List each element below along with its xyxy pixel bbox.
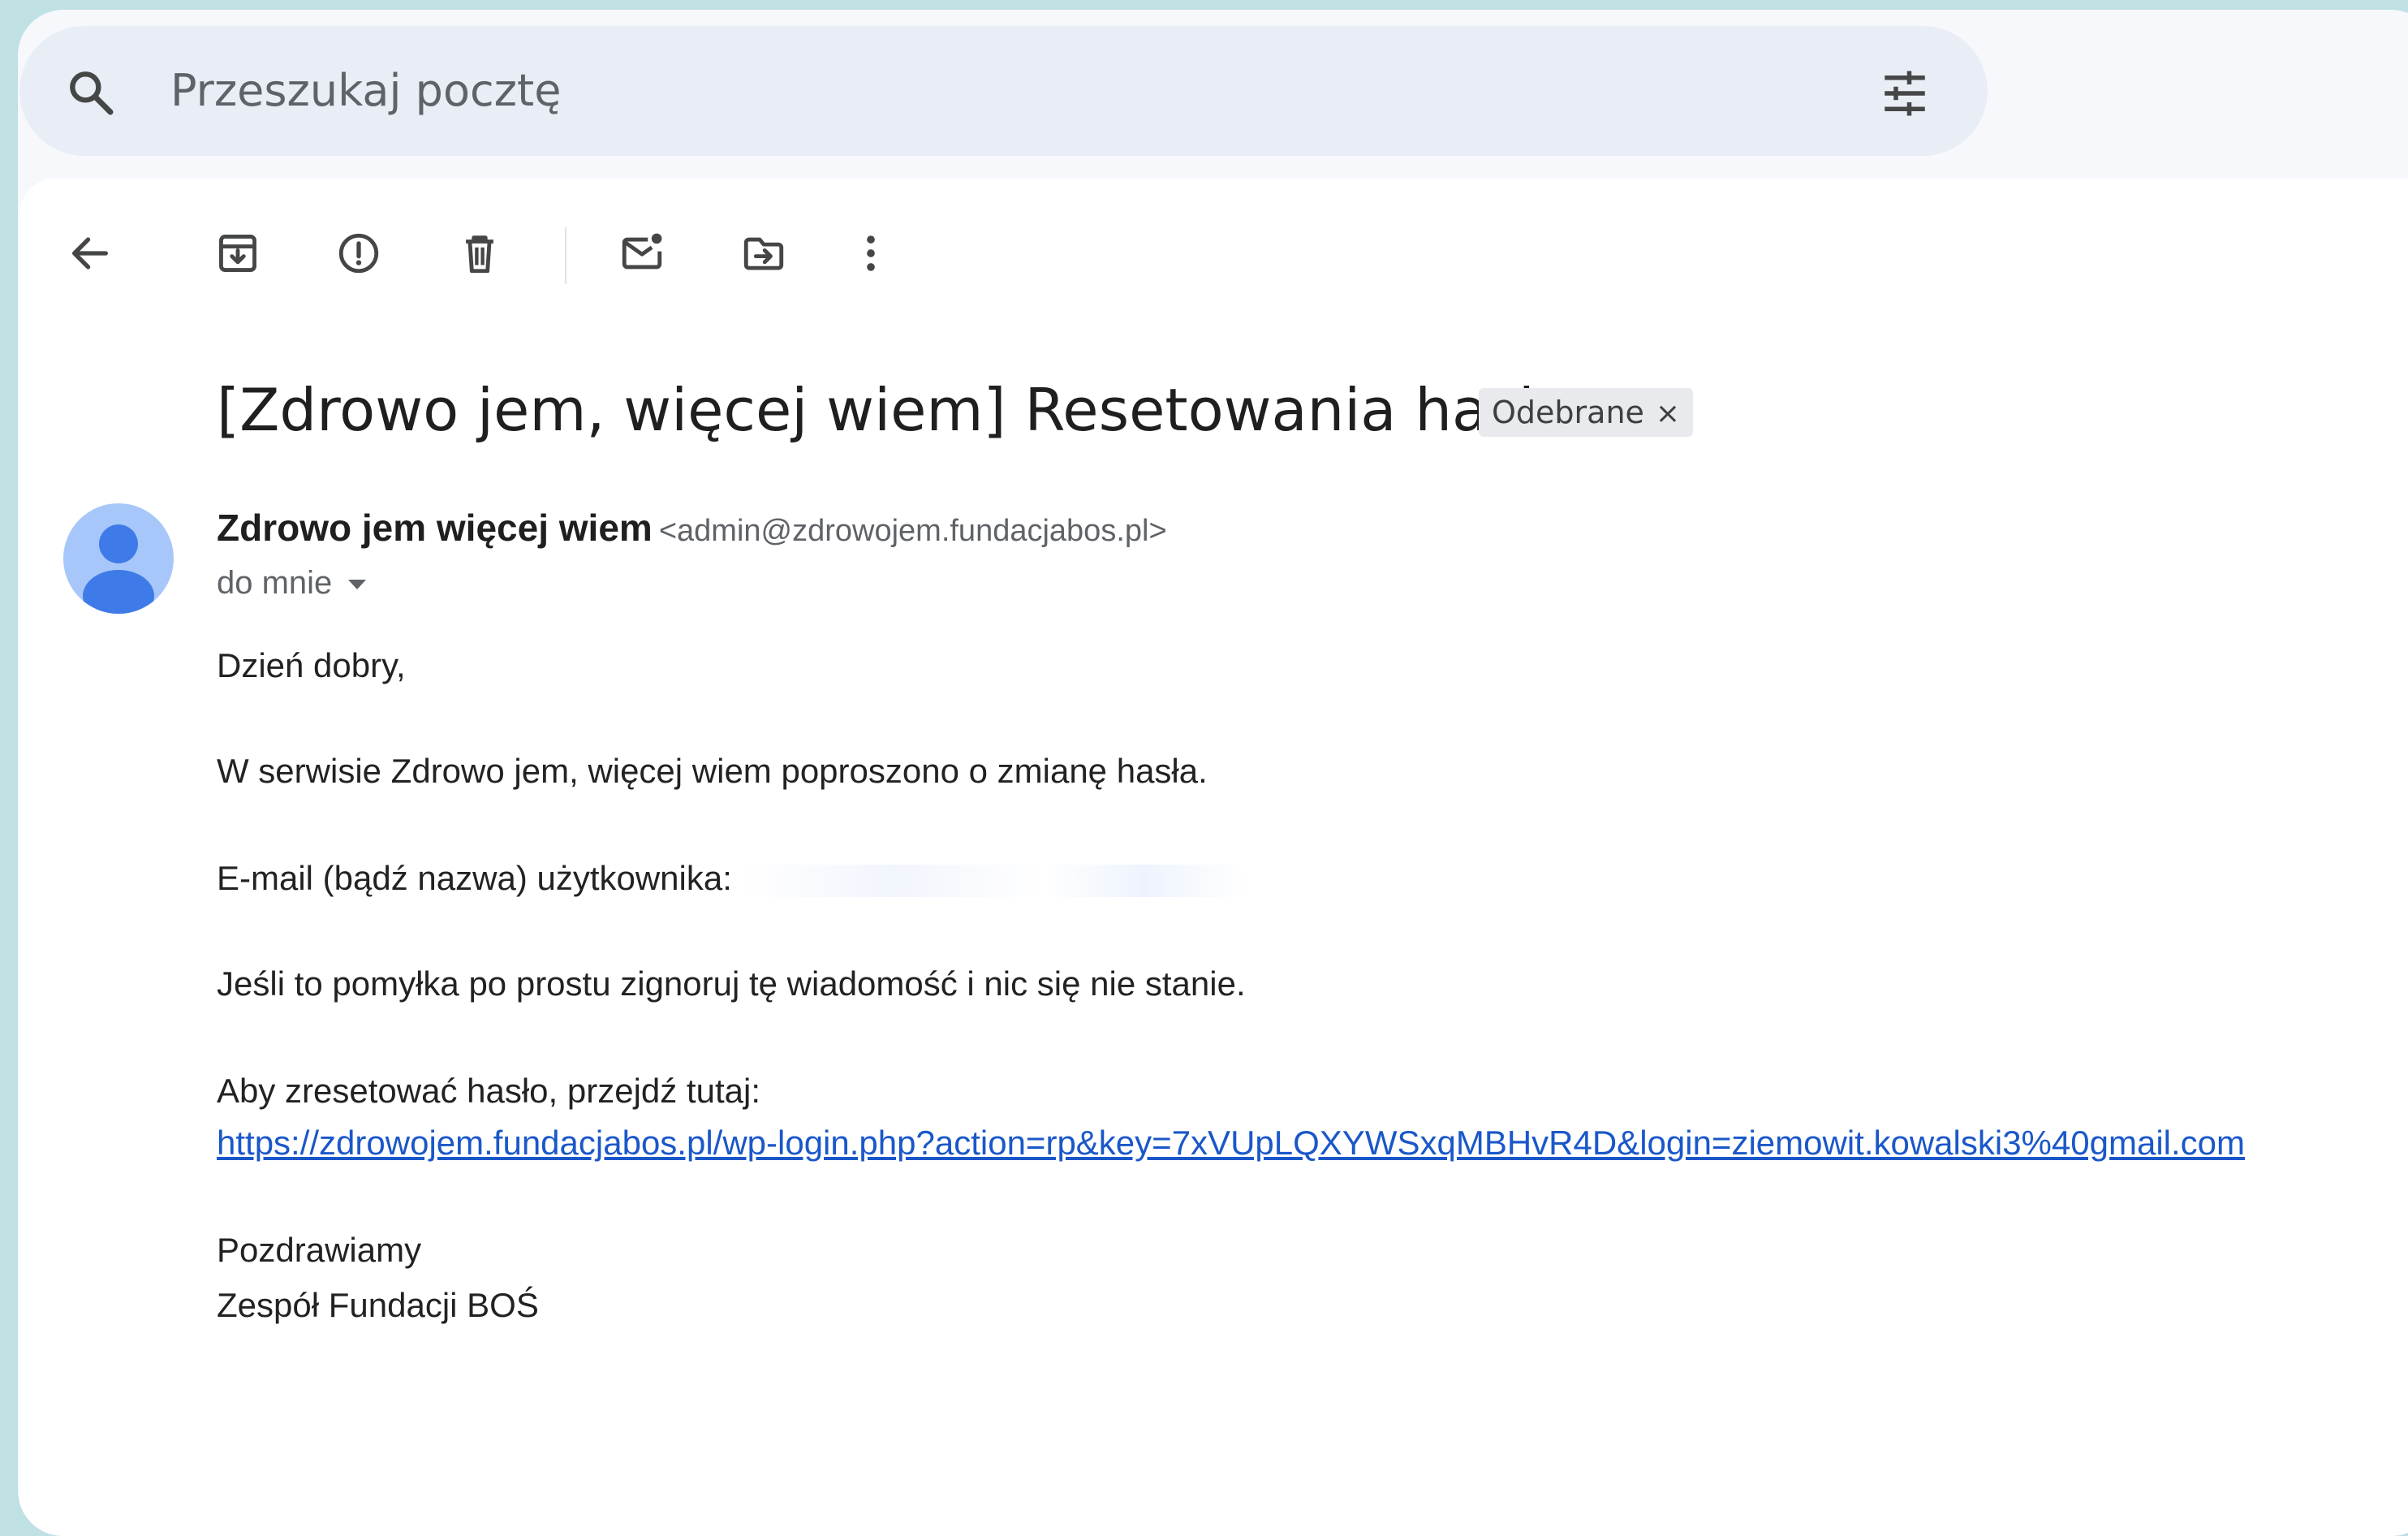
search-bar[interactable]: Przeszukaj pocztę: [19, 26, 1988, 156]
body-reset-intro: Aby zresetować hasło, przejdź tutaj:: [217, 1072, 760, 1110]
delete-icon[interactable]: [456, 230, 503, 277]
message-view: [Zdrowo jem, więcej wiem] Resetowania ha…: [19, 179, 2408, 1536]
sender-line: Zdrowo jem więcej wiem <admin@zdrowojem.f…: [217, 503, 1167, 555]
toolbar-divider: [565, 227, 566, 284]
chevron-down-icon[interactable]: [348, 580, 367, 590]
email-subject: [Zdrowo jem, więcej wiem] Resetowania ha…: [217, 376, 1571, 444]
username-label: E-mail (bądź nazwa) użytkownika:: [217, 859, 732, 897]
person-icon: [83, 524, 154, 614]
recipient-text: do mnie: [217, 565, 333, 601]
body-signature: Zespół Fundacji BOŚ: [217, 1286, 539, 1324]
body-closing: Pozdrawiamy: [217, 1231, 422, 1269]
mark-unread-icon[interactable]: [618, 230, 666, 277]
sender-name: Zdrowo jem więcej wiem: [217, 507, 653, 549]
search-icon[interactable]: [65, 67, 117, 119]
body-line: Jeśli to pomyłka po prostu zignoruj tę w…: [217, 964, 1246, 1003]
more-vert-icon[interactable]: [847, 230, 894, 277]
remove-label-button[interactable]: ×: [1656, 397, 1680, 430]
report-spam-icon[interactable]: [335, 230, 382, 277]
body-line: W serwisie Zdrowo jem, więcej wiem popro…: [217, 752, 1208, 790]
sender-email: <admin@zdrowojem.fundacjabos.pl>: [658, 514, 1167, 548]
search-options-icon[interactable]: [1878, 67, 1932, 120]
redacted-username: [741, 864, 1245, 897]
body-username-line: E-mail (bądź nazwa) użytkownika:: [217, 856, 1245, 901]
archive-icon[interactable]: [214, 230, 261, 277]
mail-window: Przeszukaj pocztę [Zdrowo jem, więcej wi…: [18, 10, 2408, 1536]
recipient-details[interactable]: do mnie: [217, 560, 367, 606]
label-chip-text: Odebrane: [1492, 395, 1644, 430]
reset-password-link[interactable]: https://zdrowojem.fundacjabos.pl/wp-logi…: [217, 1120, 2245, 1166]
search-input[interactable]: Przeszukaj pocztę: [170, 65, 561, 117]
move-to-icon[interactable]: [740, 230, 787, 277]
body-greeting: Dzień dobry,: [217, 646, 406, 684]
avatar[interactable]: [63, 503, 174, 614]
back-arrow-icon[interactable]: [67, 230, 114, 277]
label-chip-inbox: Odebrane ×: [1479, 388, 1694, 437]
